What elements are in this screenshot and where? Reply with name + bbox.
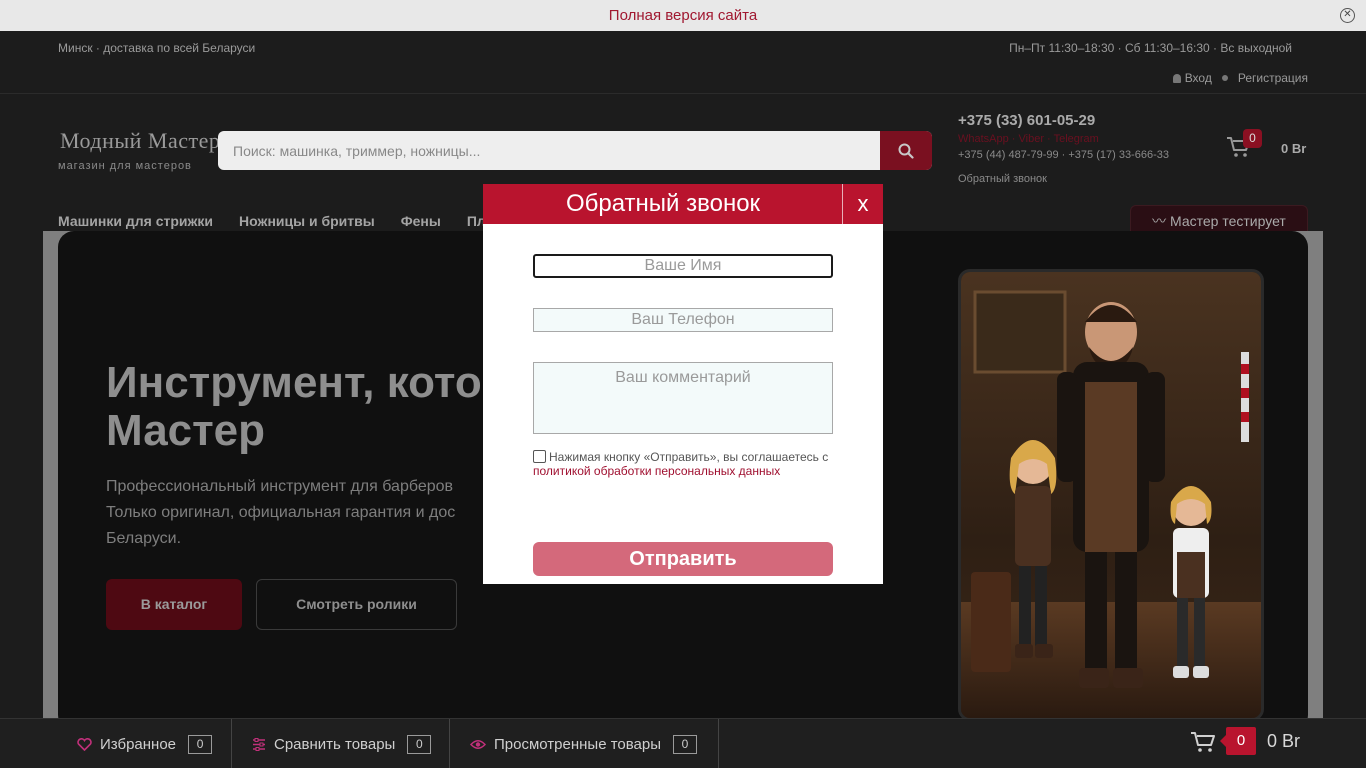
callback-modal: Обратный звонок x Нажимая кнопку «Отправ… bbox=[483, 184, 883, 584]
modal-title: Обратный звонок bbox=[565, 190, 761, 217]
bottom-bar: Избранное 0 Сравнить товары 0 Просмотрен… bbox=[0, 718, 1366, 768]
info-bar: Минск · доставка по всей Беларуси Пн–Пт … bbox=[0, 31, 1366, 94]
messenger-links[interactable]: WhatsApp · Viber · Telegram bbox=[958, 133, 1099, 145]
phone-field[interactable] bbox=[533, 308, 833, 332]
heart-icon bbox=[77, 737, 92, 751]
favorites-label: Избранное bbox=[100, 735, 177, 753]
compare-label: Сравнить товары bbox=[274, 735, 396, 753]
nav-item-clippers[interactable]: Машинки для стрижки bbox=[58, 213, 213, 229]
banner-close-icon[interactable]: ✕ bbox=[1340, 8, 1355, 23]
submit-button[interactable]: Отправить bbox=[533, 542, 833, 576]
viewed-button[interactable]: Просмотренные товары 0 bbox=[450, 719, 719, 768]
hero-title: Инструмент, кото Мастер bbox=[106, 358, 482, 455]
logo[interactable]: Модный Мастер bbox=[60, 128, 220, 154]
name-field[interactable] bbox=[533, 254, 833, 278]
working-hours: Пн–Пт 11:30–18:30 · Сб 11:30–16:30 · Вс … bbox=[1009, 41, 1292, 55]
separator-dot bbox=[1221, 75, 1228, 81]
sliders-icon bbox=[253, 737, 265, 751]
search-bar bbox=[218, 131, 932, 170]
bottom-cart-button[interactable] bbox=[1190, 731, 1216, 758]
bottom-cart-count: 0 bbox=[1220, 727, 1256, 755]
videos-button[interactable]: Смотреть ролики bbox=[256, 579, 457, 630]
search-input[interactable] bbox=[218, 131, 880, 170]
register-link[interactable]: Регистрация bbox=[1238, 71, 1308, 85]
logo-subtitle: магазин для мастеров bbox=[58, 160, 192, 172]
header-cart-total: 0 Br bbox=[1281, 141, 1307, 156]
policy-link[interactable]: политикой обработки персональных данных bbox=[533, 464, 780, 478]
nav-item-dryers[interactable]: Фены bbox=[401, 213, 441, 229]
cart-icon bbox=[1191, 732, 1215, 752]
viewed-label: Просмотренные товары bbox=[494, 735, 662, 753]
mustache-icon: 〰 bbox=[1152, 213, 1167, 229]
user-icon bbox=[1172, 74, 1181, 83]
eye-icon bbox=[470, 739, 486, 749]
consent-block: Нажимая кнопку «Отправить», вы соглашает… bbox=[533, 450, 833, 478]
modal-close-button[interactable]: x bbox=[842, 184, 883, 224]
modal-header: Обратный звонок x bbox=[483, 184, 883, 224]
bottom-cart-total: 0 Br bbox=[1267, 731, 1301, 751]
comment-field[interactable] bbox=[533, 362, 833, 434]
hero-text: Профессиональный инструмент для барберов… bbox=[106, 478, 456, 547]
login-link[interactable]: Вход bbox=[1172, 71, 1212, 85]
delivery-info: Минск · доставка по всей Беларуси bbox=[58, 41, 256, 55]
favorites-button[interactable]: Избранное 0 bbox=[55, 719, 232, 768]
search-icon bbox=[898, 143, 914, 159]
compare-count: 0 bbox=[407, 734, 432, 754]
consent-checkbox[interactable] bbox=[533, 450, 546, 463]
full-version-link[interactable]: Полная версия сайта bbox=[609, 0, 757, 31]
favorites-count: 0 bbox=[188, 734, 213, 754]
search-button[interactable] bbox=[880, 131, 932, 170]
extra-phones[interactable]: +375 (44) 487-79-99 · +375 (17) 33-666-3… bbox=[958, 149, 1169, 161]
auth-links: Вход Регистрация bbox=[1172, 71, 1308, 85]
barbershop-illustration bbox=[961, 272, 1261, 718]
full-version-banner: Полная версия сайта ✕ bbox=[0, 0, 1366, 31]
master-tests-label: Мастер тестирует bbox=[1170, 213, 1286, 229]
login-label: Вход bbox=[1184, 71, 1212, 85]
catalog-button[interactable]: В каталог bbox=[106, 579, 242, 630]
hero-photo bbox=[958, 269, 1264, 721]
main-phone[interactable]: +375 (33) 601-05-29 bbox=[958, 112, 1095, 129]
consent-text: Нажимая кнопку «Отправить», вы соглашает… bbox=[549, 450, 829, 464]
header-cart-count: 0 bbox=[1243, 129, 1262, 148]
nav-item-scissors[interactable]: Ножницы и бритвы bbox=[239, 213, 375, 229]
viewed-count: 0 bbox=[673, 734, 698, 754]
main-nav: Машинки для стрижки Ножницы и бритвы Фен… bbox=[58, 213, 518, 229]
compare-button[interactable]: Сравнить товары 0 bbox=[232, 719, 450, 768]
callback-link[interactable]: Обратный звонок bbox=[958, 173, 1047, 185]
